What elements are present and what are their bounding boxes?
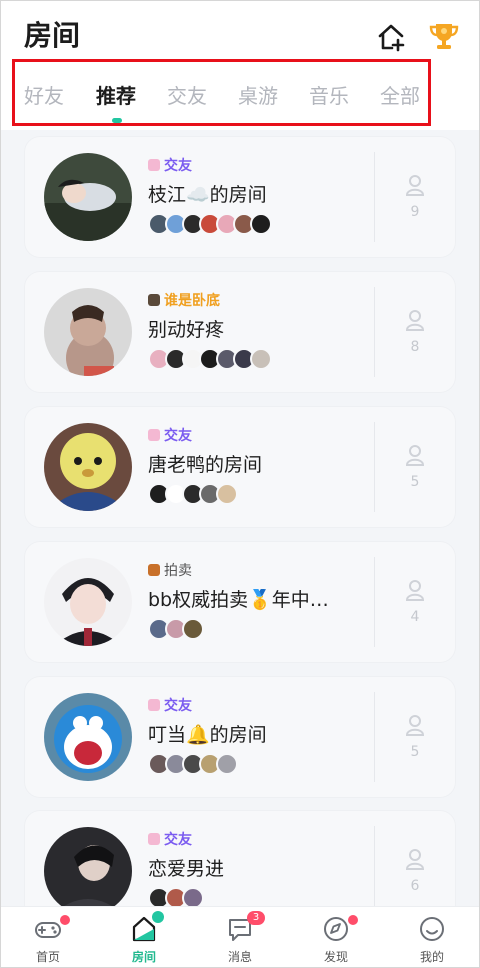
nav-messages[interactable]: 3 消息 xyxy=(192,907,288,968)
nav-rooms[interactable]: 房间 xyxy=(96,907,192,968)
user-icon xyxy=(405,445,425,466)
tab-all[interactable]: 全部 xyxy=(380,80,420,109)
room-card[interactable]: 交友 枝江☁️的房间 9 xyxy=(24,136,456,258)
user-icon xyxy=(405,580,425,601)
room-tag-label: 交友 xyxy=(164,428,192,444)
online-count: 9 xyxy=(410,204,420,220)
header: 房间 好友 推荐 交友 桌游 音乐 全部 xyxy=(0,0,480,130)
nav-label: 我的 xyxy=(419,950,444,964)
room-card[interactable]: 交友 叮当🔔的房间 5 xyxy=(24,676,456,798)
room-avatar xyxy=(44,827,132,915)
room-tag: 交友 xyxy=(148,425,192,445)
tab-recommended[interactable]: 推荐 xyxy=(96,80,136,109)
room-name: 唐老鸭的房间 xyxy=(148,454,263,476)
tab-board-games[interactable]: 桌游 xyxy=(238,80,278,109)
tag-icon xyxy=(148,429,160,441)
room-tag: 交友 xyxy=(148,695,192,715)
online-count: 5 xyxy=(410,474,420,490)
gamepad-icon xyxy=(35,922,61,938)
room-tag: 交友 xyxy=(148,155,192,175)
room-avatar xyxy=(44,423,132,511)
room-tag-label: 交友 xyxy=(164,832,192,848)
card-divider xyxy=(374,287,375,377)
nav-me[interactable]: 我的 xyxy=(384,907,480,968)
member-avatar xyxy=(250,348,272,370)
notification-dot xyxy=(60,915,70,925)
online-count: 6 xyxy=(410,878,420,894)
card-divider xyxy=(374,826,375,916)
room-name: 叮当🔔的房间 xyxy=(148,724,267,746)
room-name: bb权威拍卖🥇年中… xyxy=(148,589,329,611)
tab-make-friends[interactable]: 交友 xyxy=(167,80,207,109)
nav-home[interactable]: 首页 xyxy=(0,907,96,968)
online-count: 5 xyxy=(410,744,420,760)
smile-icon xyxy=(420,917,444,941)
user-icon xyxy=(405,310,425,331)
room-tag: 谁是卧底 xyxy=(148,290,220,310)
card-divider xyxy=(374,692,375,782)
room-avatar xyxy=(44,693,132,781)
member-avatar xyxy=(182,618,204,640)
tag-icon xyxy=(148,159,160,171)
card-divider xyxy=(374,422,375,512)
room-avatar xyxy=(44,153,132,241)
room-tag-label: 交友 xyxy=(164,698,192,714)
member-avatars xyxy=(148,213,272,235)
room-name: 恋爱男进 xyxy=(148,858,225,880)
card-divider xyxy=(374,557,375,647)
room-tag-label: 谁是卧底 xyxy=(164,293,220,309)
trophy-icon[interactable] xyxy=(428,20,460,52)
user-icon xyxy=(405,175,425,196)
page-title: 房间 xyxy=(24,19,81,52)
nav-label: 房间 xyxy=(131,950,156,964)
member-avatars xyxy=(148,348,272,370)
bottom-nav: 首页 房间 3 消息 发现 我的 xyxy=(0,906,480,968)
room-tag-label: 交友 xyxy=(164,158,192,174)
room-tag: 交友 xyxy=(148,829,192,849)
create-room-icon[interactable] xyxy=(376,22,406,52)
room-card[interactable]: 谁是卧底 别动好疼 8 xyxy=(24,271,456,393)
nav-label: 消息 xyxy=(227,950,252,964)
member-avatars xyxy=(148,753,238,775)
tag-icon xyxy=(148,294,160,306)
user-icon xyxy=(405,849,425,870)
online-count: 8 xyxy=(410,339,420,355)
tag-icon xyxy=(148,699,160,711)
member-avatar xyxy=(250,213,272,235)
member-avatar xyxy=(216,483,238,505)
room-avatar xyxy=(44,288,132,376)
room-tag-label: 拍卖 xyxy=(164,563,192,579)
active-dot xyxy=(152,911,164,923)
active-tab-indicator xyxy=(112,118,122,123)
message-badge: 3 xyxy=(247,911,265,925)
room-tag: 拍卖 xyxy=(148,560,192,580)
tab-friends[interactable]: 好友 xyxy=(24,80,64,109)
member-avatars xyxy=(148,483,238,505)
room-name: 枝江☁️的房间 xyxy=(148,184,267,206)
room-card[interactable]: 拍卖 bb权威拍卖🥇年中… 4 xyxy=(24,541,456,663)
category-tabs: 好友 推荐 交友 桌游 音乐 全部 xyxy=(12,62,431,124)
member-avatars xyxy=(148,618,204,640)
nav-label: 发现 xyxy=(323,950,348,964)
member-avatar xyxy=(216,753,238,775)
online-count: 4 xyxy=(410,609,420,625)
room-card[interactable]: 交友 唐老鸭的房间 5 xyxy=(24,406,456,528)
user-icon xyxy=(405,715,425,736)
tab-music[interactable]: 音乐 xyxy=(309,80,349,109)
compass-icon xyxy=(324,917,348,941)
room-avatar xyxy=(44,558,132,646)
nav-discover[interactable]: 发现 xyxy=(288,907,384,968)
nav-label: 首页 xyxy=(35,950,60,964)
notification-dot xyxy=(348,915,358,925)
card-divider xyxy=(374,152,375,242)
tag-icon xyxy=(148,564,160,576)
tag-icon xyxy=(148,833,160,845)
room-name: 别动好疼 xyxy=(148,319,225,341)
